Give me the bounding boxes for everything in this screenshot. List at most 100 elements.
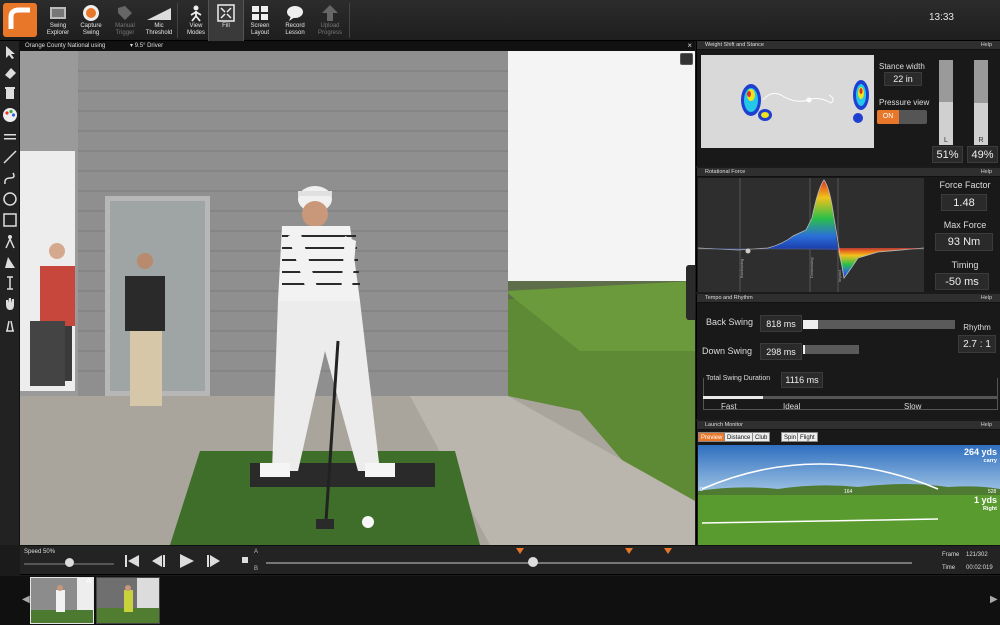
delete-tool[interactable] — [2, 85, 18, 101]
go-to-start-button[interactable] — [122, 552, 142, 570]
rotational-force-header: Rotational Force Help — [697, 168, 1000, 177]
tempo-help[interactable]: Help — [981, 294, 992, 303]
scroll-right-arrow[interactable]: ▶ — [990, 594, 998, 605]
pointer-tool[interactable] — [2, 44, 18, 60]
timeline-marker[interactable] — [516, 548, 524, 554]
speed-label: Speed 50% — [24, 549, 56, 555]
rotational-force-curve: Backswing Downswing Impact — [697, 178, 925, 292]
launch-apex-label: 164 — [844, 489, 853, 495]
step-back-button[interactable] — [148, 552, 168, 570]
screen-layout-button[interactable]: Screen Layout — [242, 0, 278, 41]
stance-width-label: Stance width — [879, 62, 925, 71]
right-weight-letter: R — [978, 137, 984, 144]
stance-tool[interactable] — [2, 317, 18, 333]
pressure-view-label: Pressure view — [879, 98, 930, 107]
step-forward-button[interactable] — [204, 552, 224, 570]
left-weight-letter: L — [944, 137, 948, 144]
manual-trigger-button[interactable]: Manual Trigger — [107, 0, 143, 41]
app-logo[interactable] — [3, 3, 37, 37]
color-tool[interactable] — [2, 107, 18, 123]
vertical-line-icon — [7, 276, 13, 290]
palette-icon — [3, 108, 17, 122]
ab-label-b: B — [254, 566, 259, 572]
weight-shift-help[interactable]: Help — [981, 41, 992, 50]
panel-resize-handle[interactable] — [686, 265, 695, 320]
tab-flight[interactable]: Flight — [797, 432, 818, 442]
total-duration-label: Total Swing Duration — [706, 375, 771, 382]
launch-preview: 0 164 528 264 yds carry 1 yds Right — [698, 445, 1000, 545]
launch-monitor-header: Launch Monitor Help — [697, 421, 1000, 430]
freehand-tool[interactable] — [2, 170, 18, 186]
swing-video[interactable] — [20, 51, 695, 545]
carry-label: carry — [984, 458, 998, 464]
speed-slider-handle[interactable] — [65, 558, 74, 567]
rectangle-tool[interactable] — [2, 212, 18, 228]
location-label: Orange County National using — [25, 43, 106, 49]
video-options-button[interactable] — [680, 53, 693, 65]
down-swing-label: Down Swing — [702, 346, 753, 356]
capture-swing-button[interactable]: Capture Swing — [73, 0, 109, 41]
manual-trigger-label: Manual Trigger — [115, 23, 135, 36]
record-lesson-label: Record Lesson — [285, 23, 305, 36]
back-swing-label: Back Swing — [706, 317, 754, 327]
impact-marker-label: Impact — [837, 269, 842, 282]
club-selector[interactable]: ▾ 9.5° Driver — [130, 41, 163, 51]
club-tool[interactable] — [2, 296, 18, 312]
timeline-playhead[interactable] — [528, 557, 538, 567]
square-icon — [3, 213, 17, 227]
clock: 13:33 — [928, 12, 954, 23]
line-weight-icon — [4, 134, 16, 140]
downswing-marker-label: Downswing — [809, 258, 814, 278]
swing-explorer-label: Swing Explorer — [46, 23, 70, 36]
tab-preview[interactable]: Preview — [698, 432, 726, 442]
line-icon — [3, 150, 17, 164]
tempo-header: Tempo and Rhythm Help — [697, 294, 1000, 303]
thumbnail-item[interactable] — [96, 577, 160, 624]
circle-tool[interactable] — [2, 191, 18, 207]
back-swing-bar — [803, 320, 955, 329]
timeline-marker[interactable] — [625, 548, 633, 554]
record-lesson-button[interactable]: Record Lesson — [277, 0, 313, 41]
line-tool[interactable] — [2, 149, 18, 165]
upload-progress-button[interactable]: Upload Progress — [312, 0, 348, 41]
trash-icon — [5, 87, 15, 99]
fill-button[interactable]: Fill — [208, 0, 244, 41]
weight-shift-header: Weight Shift and Stance Help — [697, 41, 1000, 50]
video-frame — [20, 51, 695, 545]
eraser-tool[interactable] — [2, 65, 18, 81]
stance-icon — [6, 320, 14, 332]
close-video-button[interactable]: × — [687, 41, 692, 50]
vertical-line-tool[interactable] — [2, 275, 18, 291]
swing-explorer-button[interactable]: Swing Explorer — [40, 0, 76, 41]
scroll-left-arrow[interactable]: ◀ — [22, 594, 30, 605]
launch-monitor-help[interactable]: Help — [981, 421, 992, 430]
tab-club-path[interactable]: Club Path — [752, 432, 771, 451]
upload-progress-label: Upload Progress — [317, 23, 342, 36]
rotational-force-help[interactable]: Help — [981, 168, 992, 177]
play-button[interactable] — [176, 552, 196, 570]
angle-tool[interactable] — [2, 233, 18, 249]
launch-monitor-title: Launch Monitor — [705, 422, 743, 428]
hand-icon — [6, 298, 14, 310]
mic-threshold-button[interactable]: Mic Threshold — [141, 0, 177, 41]
down-swing-bar — [803, 345, 859, 354]
timeline-track[interactable] — [266, 562, 912, 564]
tab-distance[interactable]: Distance — [724, 432, 754, 442]
back-swing-value: 818 ms — [760, 315, 802, 332]
carry-value: 264 yds — [964, 447, 997, 457]
play-icon — [180, 554, 194, 568]
timeline-marker[interactable] — [664, 548, 672, 554]
line-width-tool[interactable] — [2, 129, 18, 145]
pressure-view-toggle[interactable]: ON — [877, 110, 927, 124]
ab-loop-toggle[interactable]: A B — [240, 549, 260, 575]
duration-scale-bar — [703, 396, 998, 399]
capture-swing-label: Capture Swing — [80, 23, 102, 36]
backswing-marker-label: Backswing — [739, 259, 744, 278]
ab-label-a: A — [254, 549, 259, 555]
right-weight-value: 49% — [967, 146, 998, 163]
spine-angle-tool[interactable] — [2, 254, 18, 270]
left-weight-value: 51% — [932, 146, 963, 163]
time-value: 00:02:019 — [966, 565, 993, 571]
thumbnail-item[interactable]: A — [30, 577, 94, 624]
rotational-force-panel: Rotational Force Help Backswing Downswin… — [696, 168, 1000, 292]
